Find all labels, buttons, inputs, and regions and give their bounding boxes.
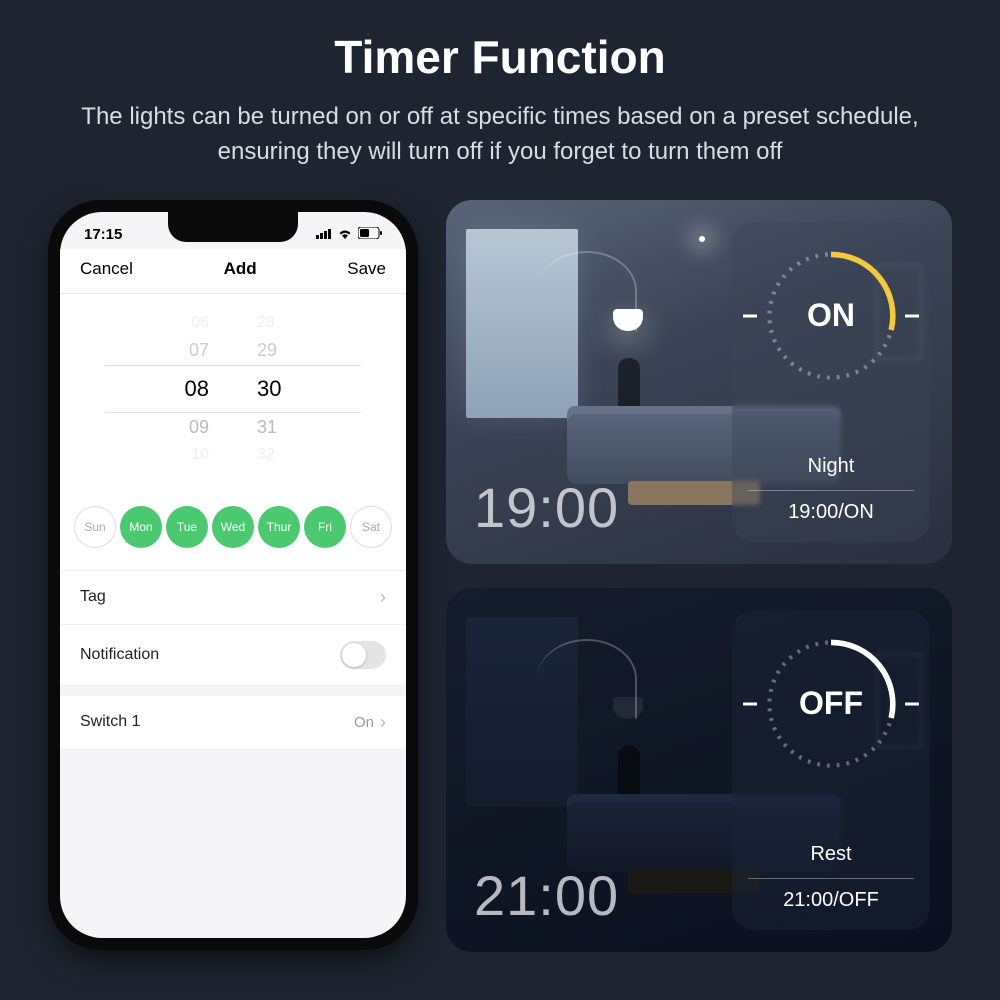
header: Timer Function The lights can be turned … bbox=[0, 0, 1000, 190]
phone-notch bbox=[168, 212, 298, 242]
list-spacer bbox=[60, 686, 406, 696]
dial-off-label: OFF bbox=[761, 634, 901, 774]
picker-min: 31 bbox=[257, 417, 277, 438]
day-pill-tue[interactable]: Tue bbox=[166, 506, 208, 548]
save-button[interactable]: Save bbox=[347, 259, 386, 279]
panel-off-overlay: OFF Rest 21:00/OFF bbox=[732, 610, 930, 930]
day-picker: SunMonTueWedThurFriSat bbox=[60, 484, 406, 571]
content: 17:15 Cancel Add Save bbox=[0, 190, 1000, 952]
picker-min: 32 bbox=[257, 446, 275, 464]
panel-on-detail: 19:00/ON bbox=[788, 501, 874, 524]
tag-row[interactable]: Tag › bbox=[60, 571, 406, 625]
panel-on-time: 19:00 bbox=[474, 475, 619, 540]
switch-label: Switch 1 bbox=[80, 713, 140, 731]
picker-min-selected: 30 bbox=[257, 376, 281, 402]
tag-label: Tag bbox=[80, 588, 106, 606]
day-pill-sun[interactable]: Sun bbox=[74, 506, 116, 548]
panel-off: 21:00 OFF Rest 21:00/OFF bbox=[446, 588, 952, 952]
dial-on-label: ON bbox=[761, 246, 901, 386]
phone-frame: 17:15 Cancel Add Save bbox=[48, 200, 418, 950]
right-column: 19:00 ON Night 19:00/ON bbox=[446, 200, 952, 952]
wifi-icon bbox=[337, 226, 353, 243]
day-pill-mon[interactable]: Mon bbox=[120, 506, 162, 548]
page-title: Timer Function bbox=[60, 30, 940, 84]
notification-toggle[interactable] bbox=[340, 641, 386, 669]
nav-bar: Cancel Add Save bbox=[60, 249, 406, 294]
divider bbox=[748, 490, 914, 491]
panel-off-time: 21:00 bbox=[474, 863, 619, 928]
picker-hour: 07 bbox=[189, 340, 209, 361]
panel-off-detail: 21:00/OFF bbox=[783, 889, 879, 912]
divider bbox=[748, 878, 914, 879]
dial-off: OFF bbox=[761, 634, 901, 774]
picker-hour-selected: 08 bbox=[185, 376, 209, 402]
phone-screen: 17:15 Cancel Add Save bbox=[60, 212, 406, 938]
panel-on: 19:00 ON Night 19:00/ON bbox=[446, 200, 952, 564]
notification-row: Notification bbox=[60, 625, 406, 686]
dial-on: ON bbox=[761, 246, 901, 386]
status-icons bbox=[316, 226, 382, 243]
cancel-button[interactable]: Cancel bbox=[80, 259, 133, 279]
day-pill-wed[interactable]: Wed bbox=[212, 506, 254, 548]
page-subtitle: The lights can be turned on or off at sp… bbox=[60, 100, 940, 170]
nav-title: Add bbox=[224, 259, 257, 279]
panel-on-sub: Night bbox=[808, 455, 855, 478]
chevron-right-icon: › bbox=[380, 712, 386, 733]
battery-icon bbox=[358, 226, 382, 243]
day-pill-fri[interactable]: Fri bbox=[304, 506, 346, 548]
picker-hour: 09 bbox=[189, 417, 209, 438]
picker-min: 28 bbox=[257, 314, 275, 332]
switch-row[interactable]: Switch 1 On › bbox=[60, 696, 406, 750]
panel-off-sub: Rest bbox=[810, 843, 851, 866]
day-pill-thur[interactable]: Thur bbox=[258, 506, 300, 548]
notification-label: Notification bbox=[80, 646, 159, 664]
chevron-right-icon: › bbox=[380, 587, 386, 608]
status-time: 17:15 bbox=[84, 226, 122, 243]
picker-min: 29 bbox=[257, 340, 277, 361]
day-pill-sat[interactable]: Sat bbox=[350, 506, 392, 548]
picker-hour: 06 bbox=[191, 314, 209, 332]
panel-on-overlay: ON Night 19:00/ON bbox=[732, 222, 930, 542]
picker-hour: 10 bbox=[191, 446, 209, 464]
switch-value: On bbox=[354, 714, 374, 731]
time-picker[interactable]: 06 28 07 29 08 30 09 31 10 32 bbox=[60, 294, 406, 484]
signal-icon bbox=[316, 226, 332, 243]
